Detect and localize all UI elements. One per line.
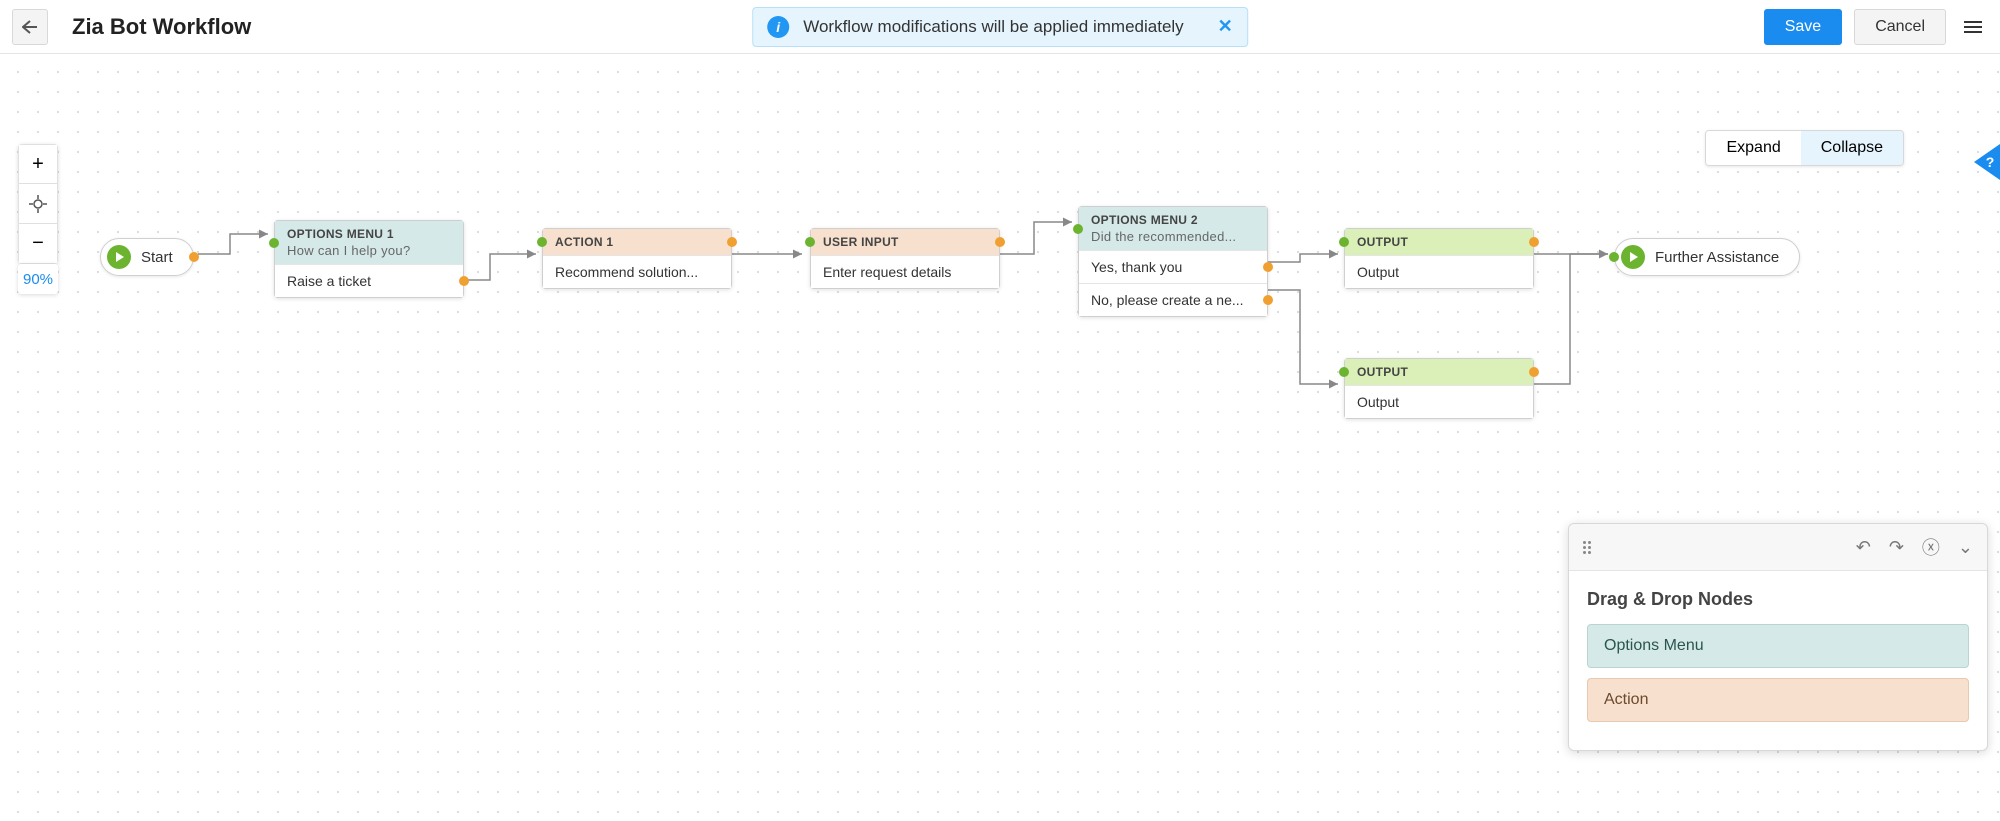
output-port[interactable] [727,237,737,247]
input-port[interactable] [537,237,547,247]
input-port[interactable] [805,237,815,247]
input-label: Enter request details [823,264,951,280]
node-row: Enter request details [811,255,999,288]
node-subtitle: Did the recommended... [1091,229,1255,244]
node-title: USER INPUT [823,235,899,249]
crosshair-icon [29,195,47,213]
zoom-controls: + − [18,144,58,264]
draggable-action[interactable]: Action [1587,678,1969,722]
play-icon [1621,245,1645,269]
node-title: OUTPUT [1357,365,1408,379]
collapse-button[interactable]: Collapse [1801,131,1903,165]
node-option-row[interactable]: Yes, thank you [1079,250,1267,283]
node-row: Output [1345,255,1533,288]
output-port[interactable] [1263,295,1273,305]
output-port[interactable] [1263,262,1273,272]
chevron-down-icon[interactable]: ⌄ [1958,537,1973,558]
back-button[interactable] [12,9,48,45]
page-title: Zia Bot Workflow [72,14,251,40]
option-label: No, please create a ne... [1091,292,1244,308]
panel-body: Drag & Drop Nodes Options Menu Action [1569,571,1987,750]
node-title: OUTPUT [1357,235,1408,249]
node-option-row[interactable]: No, please create a ne... [1079,283,1267,316]
expand-button[interactable]: Expand [1706,131,1800,165]
input-port[interactable] [1073,224,1083,234]
node-option-row[interactable]: Raise a ticket [275,264,463,297]
node-title: OPTIONS MENU 1 [287,227,394,241]
save-button[interactable]: Save [1764,9,1842,45]
node-start[interactable]: Start [100,238,194,276]
output-label: Output [1357,394,1399,410]
header-bar: Zia Bot Workflow i Workflow modification… [0,0,2000,54]
panel-title: Drag & Drop Nodes [1587,589,1969,610]
node-row: Recommend solution... [543,255,731,288]
node-output-2[interactable]: OUTPUT Output [1344,358,1534,419]
draggable-options-menu[interactable]: Options Menu [1587,624,1969,668]
node-header: USER INPUT [811,229,999,255]
node-row: Output [1345,385,1533,418]
drag-handle-icon[interactable] [1583,541,1591,554]
undo-icon[interactable]: ↶ [1856,537,1871,558]
notification-bar: i Workflow modifications will be applied… [752,7,1248,47]
arrow-left-icon [22,20,38,34]
option-label: Yes, thank you [1091,259,1182,275]
zoom-in-button[interactable]: + [18,144,58,184]
panel-header[interactable]: ↶ ↷ ⓧ ⌄ [1569,524,1987,571]
close-panel-icon[interactable]: ⓧ [1922,534,1940,560]
panel-toolbar: ↶ ↷ ⓧ ⌄ [1856,534,1973,560]
node-label: Start [141,249,173,266]
view-toggle: Expand Collapse [1705,130,1904,166]
output-port[interactable] [1529,367,1539,377]
drag-drop-panel[interactable]: ↶ ↷ ⓧ ⌄ Drag & Drop Nodes Options Menu A… [1568,523,1988,751]
node-header: OPTIONS MENU 2 Did the recommended... [1079,207,1267,250]
recenter-button[interactable] [18,184,58,224]
output-port[interactable] [1529,237,1539,247]
cancel-button[interactable]: Cancel [1854,9,1946,45]
output-port[interactable] [995,237,1005,247]
help-tab[interactable] [1974,144,2000,180]
node-header: OPTIONS MENU 1 How can I help you? [275,221,463,264]
node-header: OUTPUT [1345,359,1533,385]
node-options-menu-1[interactable]: OPTIONS MENU 1 How can I help you? Raise… [274,220,464,298]
output-label: Output [1357,264,1399,280]
input-port[interactable] [269,238,279,248]
node-options-menu-2[interactable]: OPTIONS MENU 2 Did the recommended... Ye… [1078,206,1268,317]
output-port[interactable] [459,276,469,286]
node-further-assistance[interactable]: Further Assistance [1614,238,1800,276]
workflow-canvas[interactable]: + − 90% Expand Collapse Start [0,54,2000,821]
header-actions: Save Cancel [1764,9,1988,45]
close-notification-button[interactable]: ✕ [1218,16,1233,37]
node-label: Further Assistance [1655,249,1779,266]
menu-button[interactable] [1958,15,1988,39]
action-label: Recommend solution... [555,264,698,280]
input-port[interactable] [1339,367,1349,377]
play-icon [107,245,131,269]
info-icon: i [767,16,789,38]
redo-icon[interactable]: ↷ [1889,537,1904,558]
node-user-input[interactable]: USER INPUT Enter request details [810,228,1000,289]
node-output-1[interactable]: OUTPUT Output [1344,228,1534,289]
node-title: ACTION 1 [555,235,613,249]
input-port[interactable] [1339,237,1349,247]
notification-text: Workflow modifications will be applied i… [803,17,1183,37]
output-port[interactable] [189,252,199,262]
zoom-level: 90% [18,264,58,294]
input-port[interactable] [1609,252,1619,262]
zoom-out-button[interactable]: − [18,224,58,264]
node-title: OPTIONS MENU 2 [1091,213,1198,227]
node-header: OUTPUT [1345,229,1533,255]
node-subtitle: How can I help you? [287,243,451,258]
node-header: ACTION 1 [543,229,731,255]
option-label: Raise a ticket [287,273,371,289]
node-action-1[interactable]: ACTION 1 Recommend solution... [542,228,732,289]
